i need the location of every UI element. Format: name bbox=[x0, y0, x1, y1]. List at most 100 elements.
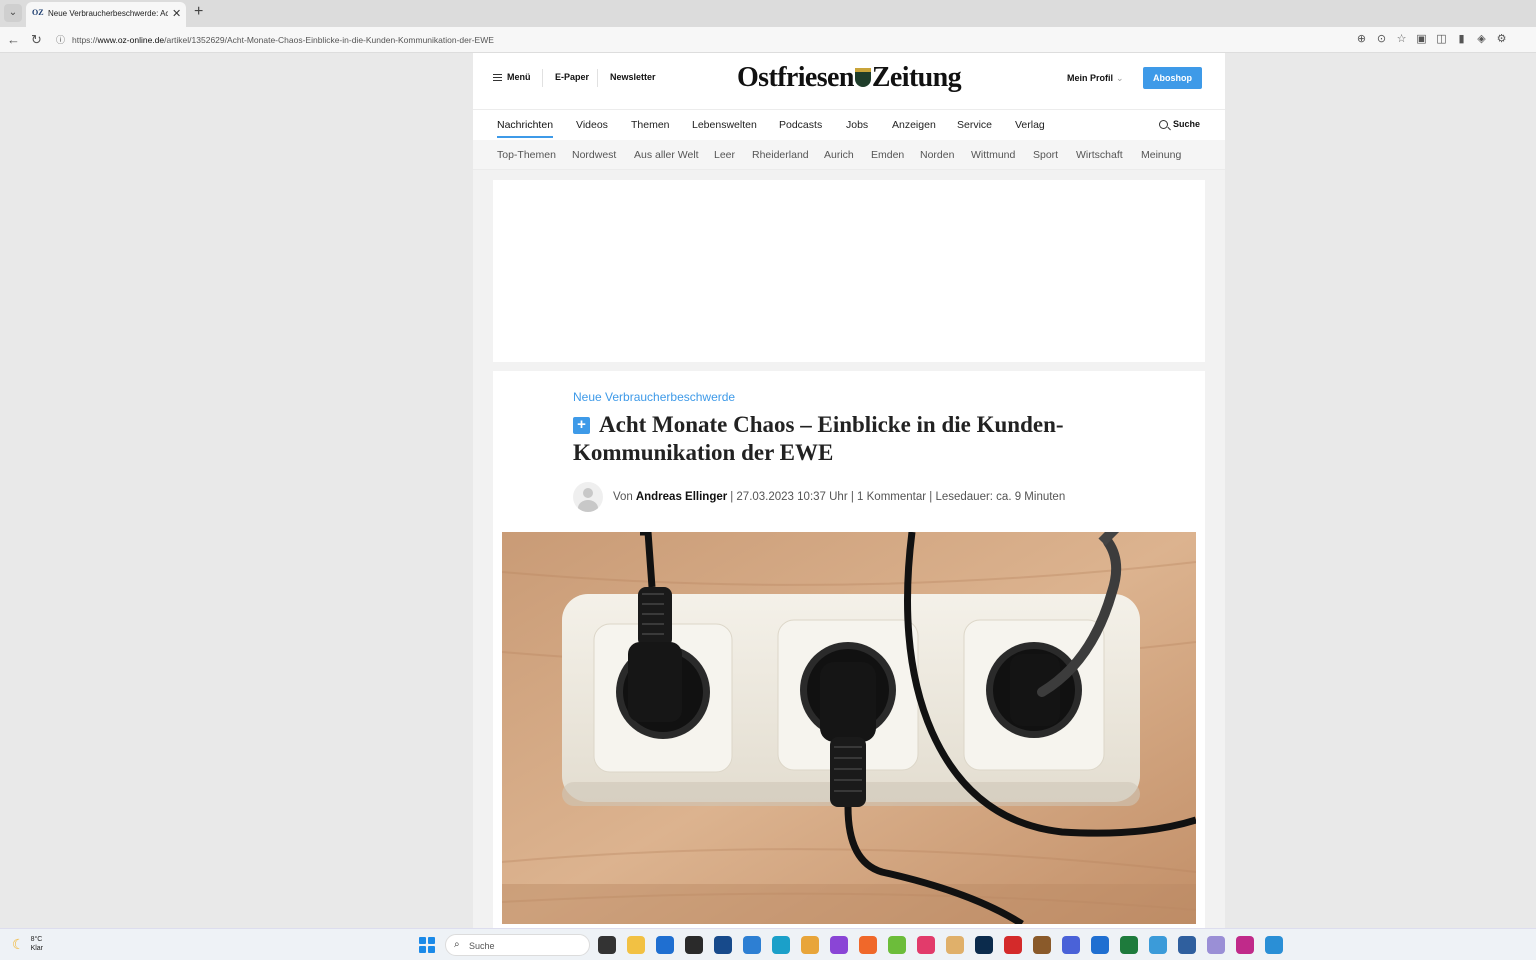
edge-icon[interactable] bbox=[772, 936, 790, 954]
article-hero-image[interactable] bbox=[502, 532, 1196, 924]
zoom-icon[interactable]: ⊕ bbox=[1356, 32, 1367, 45]
subnav-item-wittmund[interactable]: Wittmund bbox=[971, 149, 1015, 161]
menu-button[interactable]: Menü bbox=[493, 72, 531, 82]
nav-item-anzeigen[interactable]: Anzeigen bbox=[892, 119, 936, 131]
newsletter-link[interactable]: Newsletter bbox=[610, 72, 656, 82]
windows-start-icon[interactable] bbox=[419, 937, 435, 953]
app-icon[interactable] bbox=[1207, 936, 1225, 954]
url-text[interactable]: https://www.oz-online.de/artikel/1352629… bbox=[72, 35, 494, 45]
subnav-item-emden[interactable]: Emden bbox=[871, 149, 904, 161]
nav-item-nachrichten[interactable]: Nachrichten bbox=[497, 119, 554, 138]
acrobat-icon[interactable] bbox=[1004, 936, 1022, 954]
app-icon[interactable] bbox=[1033, 936, 1051, 954]
app-icon[interactable] bbox=[1236, 936, 1254, 954]
os-taskbar: ☾ 8°C Klar ⌕ Suche bbox=[0, 928, 1536, 960]
page-viewport: Menü E-Paper Newsletter Ostfriesen Zeitun… bbox=[2, 53, 1534, 928]
dropbox-icon[interactable] bbox=[685, 936, 703, 954]
nav-item-service[interactable]: Service bbox=[957, 119, 992, 131]
app-icon[interactable] bbox=[917, 936, 935, 954]
outlook-icon[interactable] bbox=[1091, 936, 1109, 954]
app-icon[interactable] bbox=[1149, 936, 1167, 954]
taskbar-search[interactable]: ⌕ Suche bbox=[445, 934, 590, 956]
headline-text: Acht Monate Chaos – Einblicke in die Kun… bbox=[573, 412, 1064, 465]
chrome-icon[interactable] bbox=[801, 936, 819, 954]
app-icon[interactable] bbox=[1062, 936, 1080, 954]
profile-menu[interactable]: Mein Profil ⌄ bbox=[1067, 73, 1124, 84]
main-nav: Nachrichten Videos Themen Lebenswelten P… bbox=[473, 109, 1225, 140]
nav-item-videos[interactable]: Videos bbox=[576, 119, 608, 131]
chevron-down-icon: ⌄ bbox=[1116, 73, 1124, 83]
subnav-item-top-themen[interactable]: Top-Themen bbox=[497, 149, 556, 161]
task-view-icon[interactable] bbox=[598, 936, 616, 954]
browser-tab[interactable]: OZ Neue Verbraucherbeschwerde: Acht Mona… bbox=[26, 2, 186, 27]
subnav-item-aurich[interactable]: Aurich bbox=[824, 149, 854, 161]
weather-widget[interactable]: ☾ 8°C Klar bbox=[12, 935, 43, 953]
store-icon[interactable] bbox=[656, 936, 674, 954]
mail-icon[interactable] bbox=[743, 936, 761, 954]
moon-icon: ☾ bbox=[12, 935, 25, 952]
excel-icon[interactable] bbox=[1120, 936, 1138, 954]
byline-meta: | 27.03.2023 10:37 Uhr | 1 Kommentar | L… bbox=[730, 491, 1066, 503]
shield-icon[interactable]: ◈ bbox=[1476, 32, 1487, 45]
tab-favicon: OZ bbox=[32, 8, 44, 17]
app-icon[interactable] bbox=[1265, 936, 1283, 954]
calculator-icon[interactable] bbox=[1178, 936, 1196, 954]
subnav-item-norden[interactable]: Norden bbox=[920, 149, 954, 161]
app-icon[interactable] bbox=[714, 936, 732, 954]
subnav-item-meinung[interactable]: Meinung bbox=[1141, 149, 1181, 161]
site-container: Menü E-Paper Newsletter Ostfriesen Zeitun… bbox=[473, 53, 1225, 928]
author-link[interactable]: Andreas Ellinger bbox=[636, 491, 727, 503]
nav-item-verlag[interactable]: Verlag bbox=[1015, 119, 1045, 131]
tab-list-icon[interactable]: ⌄ bbox=[4, 4, 22, 22]
back-icon[interactable]: ← bbox=[7, 32, 20, 47]
firefox-icon[interactable] bbox=[859, 936, 877, 954]
site-header: Menü E-Paper Newsletter Ostfriesen Zeitun… bbox=[473, 53, 1225, 109]
subnav-item-wirtschaft[interactable]: Wirtschaft bbox=[1076, 149, 1123, 161]
photoshop-icon[interactable] bbox=[975, 936, 993, 954]
subnav-item-nordwest[interactable]: Nordwest bbox=[572, 149, 616, 161]
crest-icon bbox=[854, 68, 871, 87]
plus-badge-icon: + bbox=[573, 417, 590, 434]
tab-close-icon[interactable]: ✕ bbox=[172, 7, 181, 20]
reader-icon[interactable]: ⊙ bbox=[1376, 32, 1387, 45]
extension-icon[interactable]: ▮ bbox=[1456, 32, 1467, 45]
tab-title: Neue Verbraucherbeschwerde: Acht Monate … bbox=[48, 9, 168, 18]
epaper-link[interactable]: E-Paper bbox=[555, 72, 589, 82]
author-avatar[interactable] bbox=[573, 482, 603, 512]
power-strip-illustration bbox=[502, 532, 1196, 924]
nav-item-jobs[interactable]: Jobs bbox=[846, 119, 868, 131]
site-info-icon[interactable]: ⓘ bbox=[56, 33, 65, 46]
subnav-item-leer[interactable]: Leer bbox=[714, 149, 735, 161]
nav-item-themen[interactable]: Themen bbox=[631, 119, 670, 131]
browser-tabbar: ⌄ OZ Neue Verbraucherbeschwerde: Acht Mo… bbox=[0, 0, 1536, 27]
subnav-item-sport[interactable]: Sport bbox=[1033, 149, 1058, 161]
byline-prefix: Von bbox=[613, 491, 633, 503]
aboshop-button[interactable]: Aboshop bbox=[1143, 67, 1202, 89]
favorite-icon[interactable]: ☆ bbox=[1396, 32, 1407, 45]
new-tab-icon[interactable]: + bbox=[194, 3, 203, 21]
article-headline: + Acht Monate Chaos – Einblicke in die Ku… bbox=[573, 411, 1073, 467]
split-icon[interactable]: ▣ bbox=[1416, 32, 1427, 45]
subnav-item-rheiderland[interactable]: Rheiderland bbox=[752, 149, 809, 161]
search-icon: ⌕ bbox=[454, 939, 460, 950]
site-logo[interactable]: Ostfriesen Zeitung bbox=[737, 62, 962, 94]
address-bar[interactable]: ⓘ https://www.oz-online.de/artikel/13526… bbox=[52, 30, 1392, 49]
menu-label: Menü bbox=[507, 72, 531, 82]
settings-icon[interactable]: ⚙ bbox=[1496, 32, 1507, 45]
app-icon[interactable] bbox=[830, 936, 848, 954]
file-explorer-icon[interactable] bbox=[627, 936, 645, 954]
header-divider bbox=[542, 69, 543, 87]
nav-item-podcasts[interactable]: Podcasts bbox=[779, 119, 822, 131]
weather-text: 8°C Klar bbox=[30, 936, 44, 952]
toolbar-icons: ⊕ ⊙ ☆ ▣ ◫ ▮ ◈ ⚙ bbox=[1356, 32, 1507, 45]
article-kicker[interactable]: Neue Verbraucherbeschwerde bbox=[573, 390, 735, 404]
app-icon[interactable] bbox=[946, 936, 964, 954]
reload-icon[interactable]: ↻ bbox=[31, 32, 42, 48]
taskbar-search-label: Suche bbox=[469, 941, 495, 951]
search-button[interactable]: Suche bbox=[1159, 119, 1200, 129]
hamburger-icon bbox=[493, 73, 502, 81]
app-icon[interactable] bbox=[888, 936, 906, 954]
screenshot-icon[interactable]: ◫ bbox=[1436, 32, 1447, 45]
nav-item-lebenswelten[interactable]: Lebenswelten bbox=[692, 119, 757, 131]
subnav-item-aus-aller-welt[interactable]: Aus aller Welt bbox=[634, 149, 699, 161]
